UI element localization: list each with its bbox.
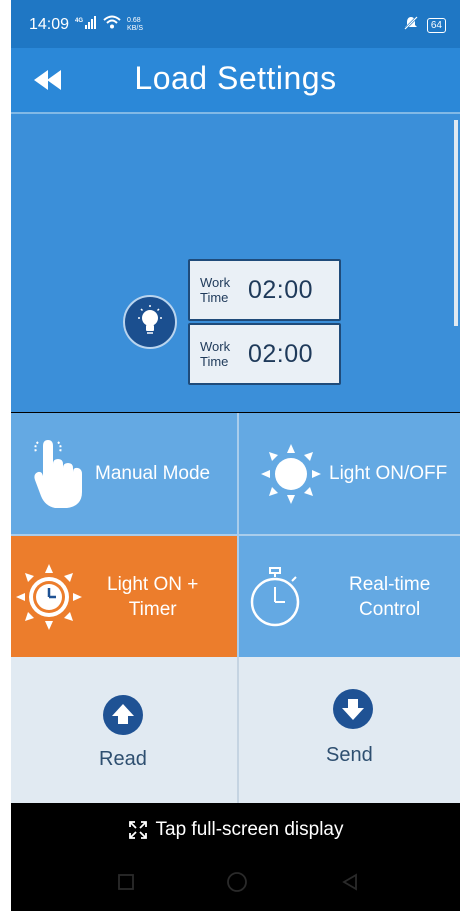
mute-icon: [403, 15, 419, 36]
scrollbar[interactable]: [454, 120, 458, 326]
recents-icon[interactable]: [117, 873, 135, 891]
send-button[interactable]: Send: [239, 657, 460, 803]
stopwatch-icon: [250, 566, 300, 626]
status-right: 64: [403, 15, 446, 36]
fullscreen-hint[interactable]: Tap full-screen display: [11, 803, 460, 857]
nav-bar: [11, 857, 460, 911]
light-on-timer-label: Light ON + Timer: [107, 572, 198, 622]
display-panel: Work Time 02:00 Work Time 02:00: [11, 114, 460, 412]
label-line2: Control: [359, 598, 421, 620]
bulb-icon: [123, 295, 177, 349]
read-button[interactable]: Read: [11, 657, 235, 803]
wifi-icon: [103, 15, 121, 34]
manual-mode-button[interactable]: Manual Mode: [11, 413, 237, 534]
label-line1: Work: [200, 339, 231, 354]
back-nav-icon[interactable]: [341, 873, 359, 891]
work-time-label-1: Work Time: [200, 275, 248, 305]
light-onoff-label: Light ON/OFF: [329, 462, 448, 484]
label-line2: Timer: [128, 598, 177, 620]
speed-unit: KB/S: [127, 24, 143, 32]
status-left: 14:09 4G 0.68 KB/S: [29, 15, 143, 34]
work-time-value-1: 02:00: [248, 275, 314, 304]
status-time: 14:09: [29, 15, 70, 33]
realtime-control-label: Real-time Control: [349, 572, 430, 622]
manual-mode-label: Manual Mode: [95, 462, 211, 484]
download-icon: [333, 689, 373, 729]
sun-clock-icon: [16, 563, 82, 630]
send-label: Send: [326, 744, 373, 766]
upload-icon: [103, 695, 143, 735]
title-bar: Load Settings: [11, 48, 460, 114]
phone-screen: 14:09 4G 0.68 KB/S 64 Load Settings Work…: [11, 0, 460, 911]
label-line2: Time: [200, 290, 229, 305]
label-line1: Real-time: [349, 573, 431, 595]
fullscreen-hint-text: Tap full-screen display: [155, 819, 344, 840]
battery-icon: 64: [426, 18, 446, 33]
speed-value: 0.68: [127, 16, 141, 24]
status-bar: 14:09 4G 0.68 KB/S 64: [11, 0, 460, 48]
work-time-box-1[interactable]: Work Time 02:00: [188, 259, 341, 321]
home-icon[interactable]: [226, 871, 248, 893]
svg-text:4G: 4G: [75, 18, 83, 24]
page-title: Load Settings: [134, 60, 337, 96]
read-label: Read: [99, 748, 147, 770]
label-line1: Work: [200, 275, 231, 290]
hand-icon: [34, 439, 82, 508]
light-onoff-button[interactable]: Light ON/OFF: [239, 413, 460, 534]
work-time-value-2: 02:00: [248, 339, 314, 368]
light-on-timer-button[interactable]: Light ON + Timer: [11, 536, 237, 657]
label-line1: Light ON +: [107, 573, 199, 595]
label-line2: Time: [200, 354, 229, 369]
signal-icon: 4G: [75, 16, 97, 33]
sun-icon: [261, 443, 321, 504]
work-time-label-2: Work Time: [200, 339, 248, 369]
realtime-control-button[interactable]: Real-time Control: [239, 536, 460, 657]
fullscreen-icon: [128, 821, 147, 839]
action-area: Read Send: [11, 657, 460, 803]
grid-divider-h: [11, 534, 460, 536]
work-time-box-2[interactable]: Work Time 02:00: [188, 323, 341, 385]
network-speed: 0.68 KB/S: [127, 17, 143, 33]
